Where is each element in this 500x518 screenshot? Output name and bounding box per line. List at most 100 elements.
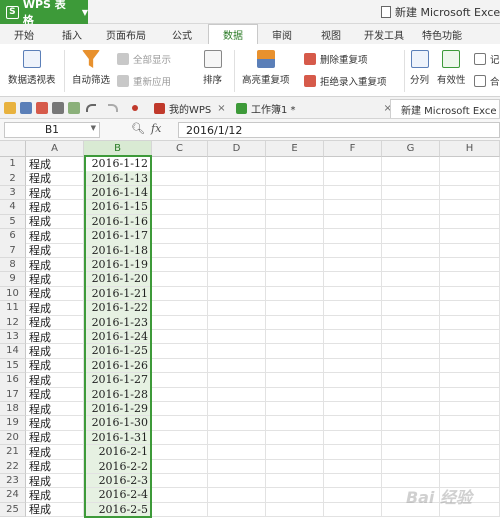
cell-name[interactable]: 程成 bbox=[26, 200, 84, 215]
tab-review[interactable]: 审阅 bbox=[258, 24, 306, 44]
cell-empty[interactable] bbox=[208, 473, 266, 489]
cell-empty[interactable] bbox=[266, 373, 324, 388]
cell-date[interactable]: 2016-1-21 bbox=[84, 286, 152, 302]
cell-date[interactable]: 2016-1-25 bbox=[84, 344, 152, 359]
cell-empty[interactable] bbox=[266, 171, 324, 186]
cell-empty[interactable] bbox=[266, 157, 324, 172]
cell-empty[interactable] bbox=[324, 329, 382, 345]
cell-empty[interactable] bbox=[324, 214, 382, 230]
column-header-a[interactable]: A bbox=[26, 141, 84, 157]
cell-name[interactable]: 程成 bbox=[26, 185, 84, 201]
cell-date[interactable]: 2016-1-26 bbox=[84, 358, 152, 374]
pivot-table-button[interactable]: 数据透视表 bbox=[8, 50, 56, 86]
show-all-button[interactable]: 全部显示 bbox=[117, 52, 171, 66]
cell-empty[interactable] bbox=[266, 445, 324, 460]
cell-empty[interactable] bbox=[208, 459, 266, 474]
row-header[interactable]: 16 bbox=[0, 373, 26, 388]
cell-date[interactable]: 2016-2-5 bbox=[84, 502, 152, 518]
cell-empty[interactable] bbox=[208, 445, 266, 460]
cell-empty[interactable] bbox=[208, 430, 266, 446]
cell-empty[interactable] bbox=[208, 229, 266, 244]
cell-empty[interactable] bbox=[440, 416, 500, 431]
name-box[interactable]: B1 ▼ bbox=[4, 122, 100, 138]
row-header[interactable]: 24 bbox=[0, 488, 26, 503]
cell-empty[interactable] bbox=[324, 502, 382, 518]
cell-date[interactable]: 2016-1-16 bbox=[84, 214, 152, 230]
cell-empty[interactable] bbox=[208, 387, 266, 402]
cell-empty[interactable] bbox=[382, 214, 440, 230]
cell-date[interactable]: 2016-1-23 bbox=[84, 315, 152, 330]
cell-empty[interactable] bbox=[382, 459, 440, 474]
cell-empty[interactable] bbox=[382, 387, 440, 402]
row-header[interactable]: 12 bbox=[0, 315, 26, 330]
cell-empty[interactable] bbox=[152, 416, 208, 431]
cell-empty[interactable] bbox=[152, 502, 208, 518]
row-header[interactable]: 11 bbox=[0, 301, 26, 316]
cell-empty[interactable] bbox=[266, 387, 324, 402]
cell-empty[interactable] bbox=[266, 243, 324, 258]
cell-empty[interactable] bbox=[152, 445, 208, 460]
cell-empty[interactable] bbox=[382, 257, 440, 273]
cell-empty[interactable] bbox=[440, 200, 500, 215]
cell-empty[interactable] bbox=[440, 358, 500, 374]
cell-empty[interactable] bbox=[266, 200, 324, 215]
cell-name[interactable]: 程成 bbox=[26, 272, 84, 287]
cell-empty[interactable] bbox=[266, 459, 324, 474]
cell-empty[interactable] bbox=[266, 286, 324, 302]
cell-date[interactable]: 2016-1-28 bbox=[84, 387, 152, 402]
print-icon[interactable] bbox=[52, 102, 64, 114]
cell-name[interactable]: 程成 bbox=[26, 358, 84, 374]
row-header[interactable]: 13 bbox=[0, 329, 26, 345]
cell-empty[interactable] bbox=[324, 344, 382, 359]
cell-empty[interactable] bbox=[382, 171, 440, 186]
cell-name[interactable]: 程成 bbox=[26, 387, 84, 402]
cell-name[interactable]: 程成 bbox=[26, 473, 84, 489]
column-header-d[interactable]: D bbox=[208, 141, 266, 157]
cell-date[interactable]: 2016-1-12 bbox=[84, 157, 152, 172]
cell-empty[interactable] bbox=[324, 445, 382, 460]
cell-empty[interactable] bbox=[266, 257, 324, 273]
cell-empty[interactable] bbox=[208, 358, 266, 374]
cell-date[interactable]: 2016-1-27 bbox=[84, 373, 152, 388]
row-header[interactable]: 19 bbox=[0, 416, 26, 431]
cell-empty[interactable] bbox=[152, 373, 208, 388]
cell-empty[interactable] bbox=[440, 243, 500, 258]
close-icon[interactable]: × bbox=[217, 103, 225, 114]
cell-empty[interactable] bbox=[266, 502, 324, 518]
cell-empty[interactable] bbox=[440, 329, 500, 345]
row-header[interactable]: 7 bbox=[0, 243, 26, 258]
cell-empty[interactable] bbox=[382, 315, 440, 330]
cell-empty[interactable] bbox=[266, 272, 324, 287]
cell-empty[interactable] bbox=[266, 401, 324, 417]
cell-date[interactable]: 2016-2-2 bbox=[84, 459, 152, 474]
cell-empty[interactable] bbox=[324, 315, 382, 330]
cell-empty[interactable] bbox=[382, 358, 440, 374]
cell-date[interactable]: 2016-1-20 bbox=[84, 272, 152, 287]
cell-empty[interactable] bbox=[440, 286, 500, 302]
cell-empty[interactable] bbox=[152, 459, 208, 474]
cell-empty[interactable] bbox=[266, 430, 324, 446]
cell-name[interactable]: 程成 bbox=[26, 157, 84, 172]
tab-developer[interactable]: 开发工具 bbox=[356, 24, 412, 44]
cell-empty[interactable] bbox=[208, 401, 266, 417]
cell-name[interactable]: 程成 bbox=[26, 301, 84, 316]
cell-date[interactable]: 2016-1-22 bbox=[84, 301, 152, 316]
row-header[interactable]: 14 bbox=[0, 344, 26, 359]
row-header[interactable]: 1 bbox=[0, 157, 26, 172]
row-header[interactable]: 20 bbox=[0, 430, 26, 446]
cell-date[interactable]: 2016-1-15 bbox=[84, 200, 152, 215]
cell-empty[interactable] bbox=[152, 157, 208, 172]
row-header[interactable]: 4 bbox=[0, 200, 26, 215]
cell-empty[interactable] bbox=[266, 229, 324, 244]
cell-empty[interactable] bbox=[440, 315, 500, 330]
column-header-f[interactable]: F bbox=[324, 141, 382, 157]
cell-empty[interactable] bbox=[440, 301, 500, 316]
cell-empty[interactable] bbox=[440, 257, 500, 273]
cell-date[interactable]: 2016-1-24 bbox=[84, 329, 152, 345]
row-header[interactable]: 6 bbox=[0, 229, 26, 244]
cell-date[interactable]: 2016-1-18 bbox=[84, 243, 152, 258]
row-header[interactable]: 15 bbox=[0, 358, 26, 374]
cell-empty[interactable] bbox=[152, 286, 208, 302]
tab-home[interactable]: 开始 bbox=[0, 24, 48, 44]
cell-empty[interactable] bbox=[440, 185, 500, 201]
